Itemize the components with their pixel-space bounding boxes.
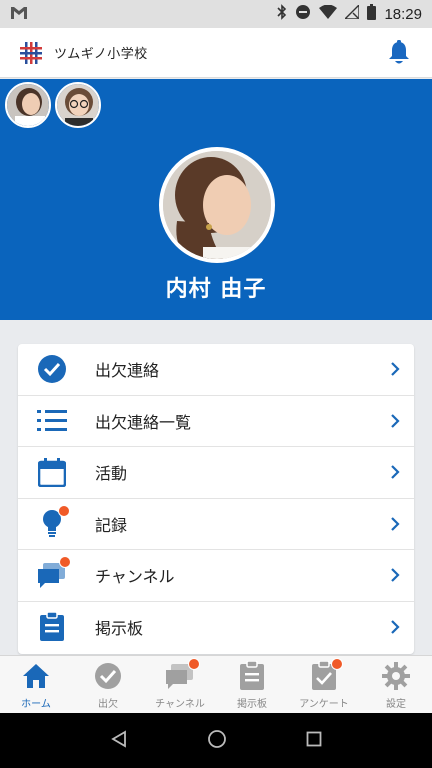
list-icon [36, 405, 68, 437]
chevron-right-icon [391, 568, 400, 583]
battery-icon [367, 4, 377, 24]
tab-home[interactable]: ホーム [0, 656, 72, 714]
profile-avatar[interactable] [159, 147, 275, 263]
system-navigation-bar [0, 713, 432, 768]
menu-item-attendance-report[interactable]: 出欠連絡 [18, 344, 414, 396]
notification-badge [188, 658, 200, 670]
profile-name: 内村 由子 [165, 277, 267, 302]
back-icon[interactable] [110, 729, 128, 752]
school-name: ツムギノ小学校 [54, 47, 148, 62]
tab-survey[interactable]: アンケート [288, 656, 360, 714]
survey-icon [308, 658, 343, 692]
gmail-icon [10, 5, 28, 24]
tab-bulletin-board[interactable]: 掲示板 [216, 656, 288, 714]
clipboard-icon [36, 611, 68, 643]
menu-item-label: チャンネル [95, 567, 175, 587]
lightbulb-icon [36, 504, 70, 540]
school-logo-icon [18, 41, 44, 64]
calendar-icon [36, 456, 68, 488]
gear-icon [380, 660, 412, 692]
home-icon [20, 660, 52, 692]
menu-item-label: 掲示板 [95, 619, 144, 639]
profile-banner: 内村 由子 [0, 79, 432, 320]
tab-label: チャンネル [155, 699, 205, 710]
menu-item-label: 記録 [95, 515, 128, 535]
menu-item-records[interactable]: 記録 [18, 499, 414, 550]
clipboard-icon [236, 660, 268, 692]
menu-item-attendance-list[interactable]: 出欠連絡一覧 [18, 396, 414, 447]
check-circle-icon [92, 660, 124, 692]
menu-item-label: 出欠連絡 [95, 361, 160, 381]
no-signal-icon [343, 3, 361, 23]
child-avatar[interactable] [5, 82, 51, 128]
home-circle-icon[interactable] [207, 729, 227, 753]
status-bar: 18:29 [0, 0, 432, 28]
notification-badge [58, 504, 70, 517]
child-avatar[interactable] [55, 82, 101, 128]
notification-bell-icon[interactable] [384, 38, 414, 68]
menu-item-channel[interactable]: チャンネル [18, 550, 414, 602]
do-not-disturb-icon [295, 4, 311, 24]
wifi-icon [319, 4, 338, 23]
tab-label: 設定 [386, 699, 406, 710]
chevron-right-icon [391, 362, 400, 377]
notification-badge [59, 556, 71, 569]
tab-settings[interactable]: 設定 [360, 656, 432, 714]
app-header: ツムギノ小学校 [0, 28, 432, 78]
tab-channel[interactable]: チャンネル [144, 656, 216, 714]
menu-item-bulletin-board[interactable]: 掲示板 [18, 602, 414, 654]
chevron-right-icon [391, 465, 400, 480]
chat-icon [164, 658, 200, 692]
bottom-navigation: ホーム 出欠 チャンネル 掲示板 アンケート 設定 [0, 655, 432, 713]
chevron-right-icon [391, 516, 400, 531]
bluetooth-icon [277, 4, 287, 24]
check-circle-icon [36, 353, 68, 385]
chat-icon [36, 556, 71, 591]
menu-item-label: 出欠連絡一覧 [95, 412, 192, 432]
tab-label: 出欠 [98, 699, 118, 710]
menu-item-label: 活動 [95, 464, 128, 484]
chevron-right-icon [391, 413, 400, 428]
status-time: 18:29 [384, 5, 422, 23]
recents-icon[interactable] [306, 731, 322, 751]
notification-badge [331, 658, 343, 670]
menu-list: 出欠連絡 出欠連絡一覧 活動 記録 チャンネル 掲示板 [18, 344, 414, 654]
tab-attendance[interactable]: 出欠 [72, 656, 144, 714]
tab-label: 掲示板 [237, 699, 267, 710]
chevron-right-icon [391, 620, 400, 635]
tab-label: ホーム [21, 699, 51, 710]
menu-item-activities[interactable]: 活動 [18, 447, 414, 499]
tab-label: アンケート [299, 699, 349, 710]
